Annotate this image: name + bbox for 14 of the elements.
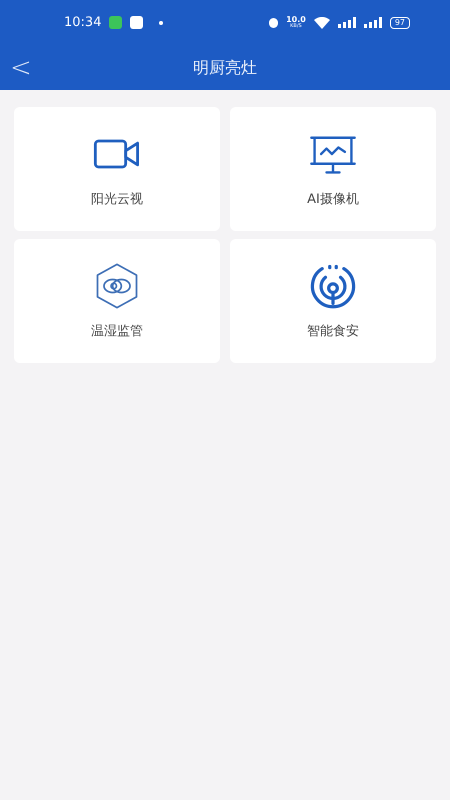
network-speed: 10.0 <box>286 16 306 24</box>
wifi-icon <box>314 16 330 28</box>
feature-tile[interactable]: 温湿监管 <box>14 239 220 363</box>
feature-tile[interactable]: 智能食安 <box>230 239 436 363</box>
page-title: 明厨亮灶 <box>193 56 257 78</box>
signal-icon <box>364 17 382 28</box>
feature-tile[interactable]: 阳光云视 <box>14 107 220 231</box>
app-notification-icon <box>109 16 122 29</box>
feature-tile[interactable]: AI摄像机 <box>230 107 436 231</box>
app-notification-icon <box>130 16 144 29</box>
back-button[interactable]: < <box>10 54 32 80</box>
status-time: 10:34 <box>64 14 102 32</box>
signal-icon <box>338 17 356 28</box>
battery-level: 97 <box>390 16 410 28</box>
